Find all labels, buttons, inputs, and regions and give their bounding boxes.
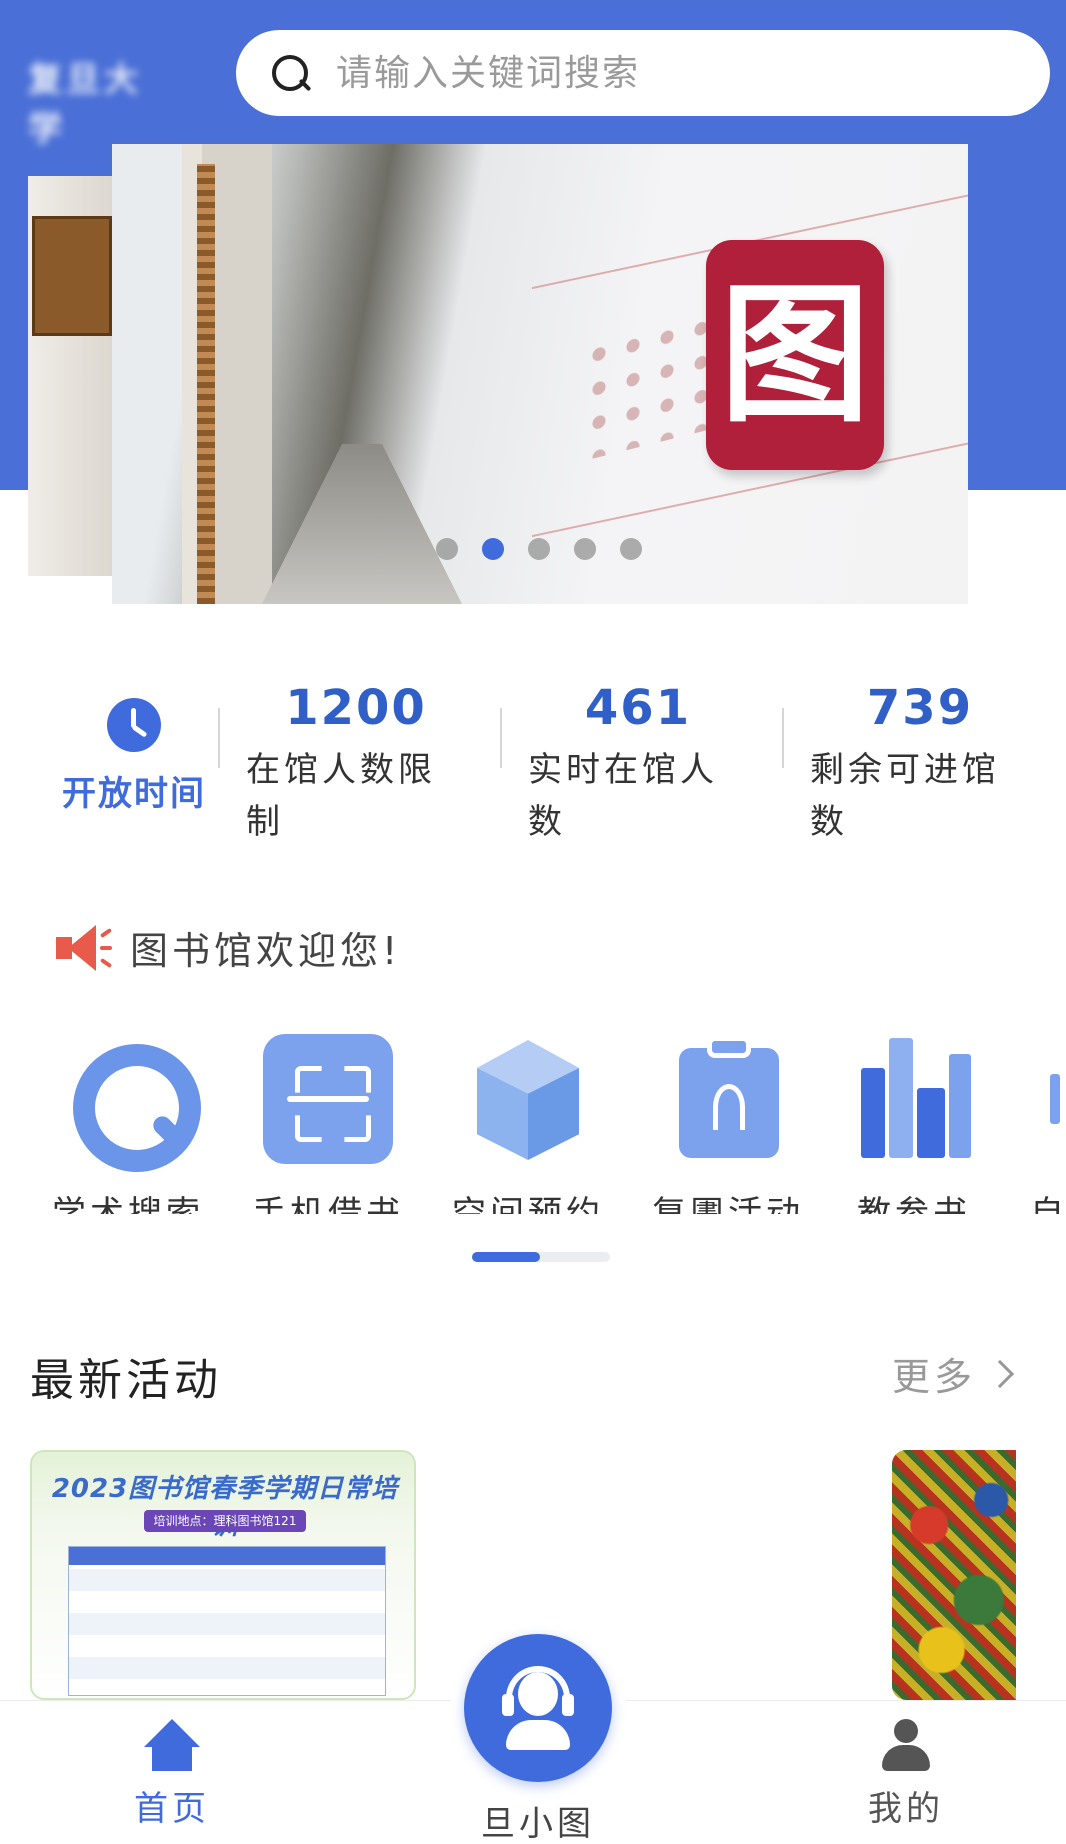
stat-current-occupancy: 461 实时在馆人数 xyxy=(528,680,748,848)
scan-icon xyxy=(263,1034,393,1164)
action-label: 复圕活动 xyxy=(652,1194,804,1214)
assistant-button[interactable] xyxy=(464,1634,612,1782)
activity-card[interactable]: 2023图书馆春季学期日常培训 培训地点：理科图书馆121 xyxy=(30,1450,416,1700)
action-label: 空间预约 xyxy=(452,1194,604,1214)
chevron-right-icon xyxy=(985,1359,1015,1388)
stat-capacity-limit: 1200 在馆人数限制 xyxy=(246,680,466,848)
stat-remaining-capacity: 739 剩余可进馆数 xyxy=(810,680,1030,848)
carousel-slide-current[interactable]: 图 xyxy=(112,144,968,604)
action-label: 教参书 xyxy=(857,1194,971,1214)
action-academic-search[interactable]: 学术搜索 xyxy=(48,1034,208,1214)
stat-value: 739 xyxy=(866,680,974,736)
stat-label: 剩余可进馆数 xyxy=(810,750,1000,842)
divider xyxy=(218,708,220,768)
search-bar[interactable] xyxy=(236,30,1050,116)
corridor-floor xyxy=(262,444,462,604)
divider xyxy=(500,708,502,768)
action-label: 自 xyxy=(1030,1194,1066,1214)
tab-mine[interactable]: 我的 xyxy=(826,1719,986,1830)
action-label: 学术搜索 xyxy=(52,1194,204,1214)
carousel-dot[interactable] xyxy=(528,538,550,560)
search-input[interactable] xyxy=(336,52,936,94)
scroll-thumb xyxy=(472,1252,540,1262)
poster-subtitle: 培训地点：理科图书馆121 xyxy=(144,1510,306,1532)
assistant-button-ring xyxy=(450,1620,626,1796)
app-logo: 复旦大学 xyxy=(28,60,142,149)
activity-card-partial[interactable] xyxy=(892,1450,1016,1700)
action-space-booking[interactable]: 空间预约 xyxy=(448,1034,608,1214)
clipboard-icon xyxy=(663,1034,793,1164)
partial-icon xyxy=(1030,1034,1066,1164)
action-label: 手机借书 xyxy=(252,1194,404,1214)
open-time-button[interactable]: 开放时间 xyxy=(54,698,214,815)
user-icon xyxy=(878,1719,934,1771)
carousel-dot[interactable] xyxy=(574,538,596,560)
carousel-dot[interactable] xyxy=(436,538,458,560)
tab-assistant-label[interactable]: 旦小图 xyxy=(450,1796,626,1844)
tab-home[interactable]: 首页 xyxy=(92,1719,252,1830)
clock-icon xyxy=(107,698,161,752)
speaker-icon xyxy=(56,924,114,971)
notice-text: 图书馆欢迎您! xyxy=(130,929,402,973)
stat-label: 在馆人数限制 xyxy=(246,750,436,842)
corridor-wall xyxy=(182,144,272,604)
books-icon xyxy=(849,1034,979,1164)
action-course-reserves[interactable]: 教参书 xyxy=(834,1034,994,1214)
divider xyxy=(782,708,784,768)
carousel-dot[interactable] xyxy=(620,538,642,560)
more-label: 更多 xyxy=(891,1355,976,1399)
plaque-image xyxy=(32,216,112,336)
wood-grille xyxy=(197,164,215,604)
search-icon xyxy=(63,1034,201,1172)
tab-label: 我的 xyxy=(868,1789,944,1829)
cube-icon xyxy=(463,1034,593,1164)
occupancy-stats: 开放时间 1200 在馆人数限制 461 实时在馆人数 739 剩余可进馆数 xyxy=(0,660,1066,860)
home-icon xyxy=(144,1719,200,1771)
action-mobile-borrow[interactable]: 手机借书 xyxy=(248,1034,408,1214)
action-library-events[interactable]: 复圕活动 xyxy=(648,1034,808,1214)
stat-value: 461 xyxy=(584,680,692,736)
action-partial[interactable]: 自 xyxy=(1030,1034,1066,1214)
carousel-dot-active[interactable] xyxy=(482,538,504,560)
notice-bar[interactable]: 图书馆欢迎您! xyxy=(56,920,401,975)
stat-value: 1200 xyxy=(285,680,427,736)
poster-schedule-table xyxy=(68,1546,386,1696)
quick-actions: 学术搜索 手机借书 空间预约 复圕活动 教参书 自 xyxy=(0,1034,1066,1214)
carousel-indicator xyxy=(436,538,642,560)
banner-carousel[interactable]: 图 xyxy=(0,140,1066,610)
tab-label: 首页 xyxy=(134,1789,210,1829)
actions-scroll-indicator xyxy=(472,1252,610,1262)
open-time-label: 开放时间 xyxy=(62,774,206,814)
carousel-slide-previous[interactable] xyxy=(28,176,112,576)
more-link[interactable]: 更多 xyxy=(891,1346,1015,1401)
latest-activities-title: 最新活动 xyxy=(30,1355,222,1406)
search-icon xyxy=(268,51,312,95)
headset-icon xyxy=(498,1662,578,1754)
library-seal-logo: 图 xyxy=(706,240,884,470)
stat-label: 实时在馆人数 xyxy=(528,750,718,842)
seal-character: 图 xyxy=(719,267,870,443)
